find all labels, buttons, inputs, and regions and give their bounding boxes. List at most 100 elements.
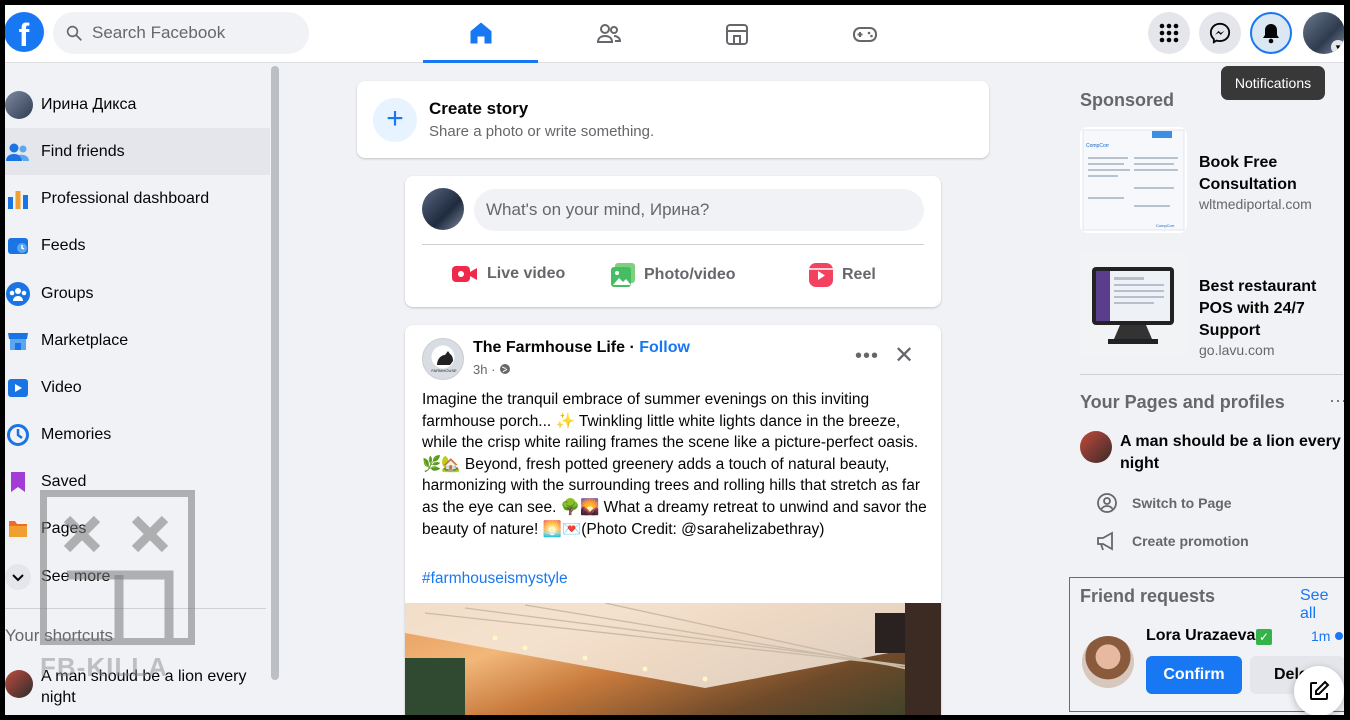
create-promotion-button[interactable]: Create promotion bbox=[1096, 530, 1249, 552]
tab-marketplace[interactable] bbox=[679, 5, 794, 63]
globe-icon bbox=[500, 364, 511, 374]
ad-site: wltmediportal.com bbox=[1199, 196, 1312, 212]
messenger-icon bbox=[1209, 22, 1231, 44]
hashtag-link[interactable]: #farmhouseismystyle bbox=[422, 570, 568, 588]
more-options-icon[interactable]: ••• bbox=[855, 345, 879, 368]
watermark-text: FB-KILLA bbox=[40, 652, 168, 682]
post-timestamp[interactable]: 3h · bbox=[473, 362, 511, 377]
sidebar-item-label: Marketplace bbox=[41, 331, 129, 349]
see-all-link[interactable]: See all bbox=[1300, 587, 1348, 623]
reel-icon bbox=[809, 263, 833, 287]
sidebar-item-label: Ирина Дикса bbox=[41, 95, 137, 113]
create-story-card[interactable]: + Create story Share a photo or write so… bbox=[357, 81, 989, 158]
request-time: 1m bbox=[1311, 628, 1331, 644]
notifications-button[interactable] bbox=[1250, 12, 1292, 54]
create-promotion-label: Create promotion bbox=[1132, 533, 1249, 549]
requester-name[interactable]: Lora Urazaeva bbox=[1146, 627, 1255, 645]
groups-icon bbox=[5, 281, 31, 307]
live-video-button[interactable]: Live video bbox=[451, 262, 565, 286]
top-navigation-bar: f Search Facebook ▾ bbox=[0, 0, 1350, 63]
feed-post: FARMHOUSE The Farmhouse Life · Follow 3h… bbox=[405, 325, 941, 720]
create-story-title: Create story bbox=[429, 99, 529, 118]
svg-text:CompCorr: CompCorr bbox=[1086, 143, 1109, 149]
avatar[interactable] bbox=[422, 188, 464, 230]
friends-icon bbox=[5, 139, 31, 165]
new-message-button[interactable] bbox=[1294, 666, 1344, 716]
gaming-icon bbox=[852, 27, 877, 42]
sidebar-item-video[interactable]: Video bbox=[5, 364, 270, 411]
close-icon[interactable]: ✕ bbox=[894, 341, 914, 370]
sponsored-ad[interactable]: CompCorr CompCorr Book Free Consultation … bbox=[1080, 127, 1340, 233]
ad-title: Best restaurant POS with 24/7 Support bbox=[1199, 278, 1317, 339]
sidebar-scrollbar[interactable] bbox=[271, 66, 279, 680]
dashboard-icon bbox=[5, 186, 31, 212]
sponsored-heading: Sponsored bbox=[1080, 90, 1175, 110]
sidebar-item-groups[interactable]: Groups bbox=[5, 270, 270, 317]
photo-video-button[interactable]: Photo/video bbox=[610, 262, 736, 288]
sidebar-item-label: Professional dashboard bbox=[41, 189, 210, 207]
pages-icon bbox=[5, 516, 31, 542]
sidebar-item-feeds[interactable]: Feeds bbox=[5, 222, 270, 269]
live-video-label: Live video bbox=[487, 265, 566, 282]
notifications-tooltip: Notifications bbox=[1221, 66, 1325, 100]
right-divider bbox=[1080, 374, 1343, 375]
check-icon: ✓ bbox=[1256, 629, 1272, 645]
page-profile-name: A man should be a lion every night bbox=[1120, 433, 1341, 472]
svg-text:CompCorr: CompCorr bbox=[1156, 223, 1175, 228]
search-input[interactable]: Search Facebook bbox=[53, 12, 309, 54]
chevron-down-icon: ▾ bbox=[1331, 40, 1345, 54]
switch-to-page-button[interactable]: Switch to Page bbox=[1096, 492, 1232, 514]
more-options-icon[interactable]: ··· bbox=[1329, 390, 1347, 411]
sidebar-item-marketplace[interactable]: Marketplace bbox=[5, 317, 270, 364]
pages-heading: Your Pages and profiles bbox=[1080, 392, 1285, 412]
home-icon bbox=[470, 22, 491, 43]
sidebar-item-label: Groups bbox=[41, 284, 94, 302]
avatar[interactable] bbox=[1082, 636, 1134, 688]
composer-divider bbox=[422, 244, 924, 245]
unread-dot bbox=[1335, 632, 1343, 640]
sidebar-item-label: Saved bbox=[41, 472, 87, 490]
ad-image bbox=[1080, 251, 1187, 357]
tab-gaming[interactable] bbox=[807, 5, 922, 63]
menu-button[interactable] bbox=[1148, 12, 1190, 54]
sidebar-item-profile[interactable]: Ирина Дикса bbox=[5, 81, 270, 128]
memories-icon bbox=[5, 422, 31, 448]
sidebar-item-label: Memories bbox=[41, 425, 112, 443]
page-avatar[interactable]: FARMHOUSE bbox=[422, 338, 464, 380]
page-name-link[interactable]: The Farmhouse Life bbox=[473, 339, 625, 356]
megaphone-icon bbox=[1097, 531, 1113, 551]
separator: · bbox=[625, 339, 640, 356]
sidebar-item-find-friends[interactable]: Find friends bbox=[5, 128, 270, 175]
avatar bbox=[5, 90, 33, 119]
bell-icon bbox=[1263, 24, 1279, 44]
post-text: Imagine the tranquil embrace of summer e… bbox=[422, 391, 927, 538]
feeds-icon bbox=[5, 233, 31, 259]
switch-to-page-label: Switch to Page bbox=[1132, 495, 1232, 511]
photo-video-label: Photo/video bbox=[644, 266, 736, 283]
facebook-logo[interactable]: f bbox=[4, 12, 44, 52]
page-profile-item[interactable]: A man should be a lion every night bbox=[1080, 431, 1342, 475]
tab-friends[interactable] bbox=[551, 5, 666, 63]
plus-icon: + bbox=[373, 98, 417, 142]
post-image[interactable] bbox=[405, 603, 941, 720]
sponsored-ad[interactable]: Best restaurant POS with 24/7 Support go… bbox=[1080, 251, 1340, 358]
reel-button[interactable]: Reel bbox=[808, 262, 876, 288]
menu-grid-icon bbox=[1159, 23, 1179, 43]
confirm-button[interactable]: Confirm bbox=[1146, 656, 1242, 694]
account-avatar[interactable]: ▾ bbox=[1303, 12, 1345, 54]
reel-label: Reel bbox=[842, 266, 876, 283]
avatar bbox=[5, 670, 33, 698]
avatar bbox=[1080, 431, 1112, 463]
sidebar-item-memories[interactable]: Memories bbox=[5, 411, 270, 458]
post-time-label: 3h · bbox=[473, 362, 496, 377]
sidebar-item-label: Video bbox=[41, 378, 82, 396]
composer-input[interactable]: What's on your mind, Ирина? bbox=[474, 189, 924, 231]
tab-home[interactable] bbox=[423, 5, 538, 63]
sidebar-item-professional-dashboard[interactable]: Professional dashboard bbox=[5, 175, 270, 222]
saved-icon bbox=[5, 469, 31, 495]
follow-button[interactable]: Follow bbox=[639, 339, 690, 356]
live-video-icon bbox=[452, 266, 477, 282]
post-header: The Farmhouse Life · Follow bbox=[473, 339, 690, 357]
marketplace-icon bbox=[5, 328, 31, 354]
messenger-button[interactable] bbox=[1199, 12, 1241, 54]
